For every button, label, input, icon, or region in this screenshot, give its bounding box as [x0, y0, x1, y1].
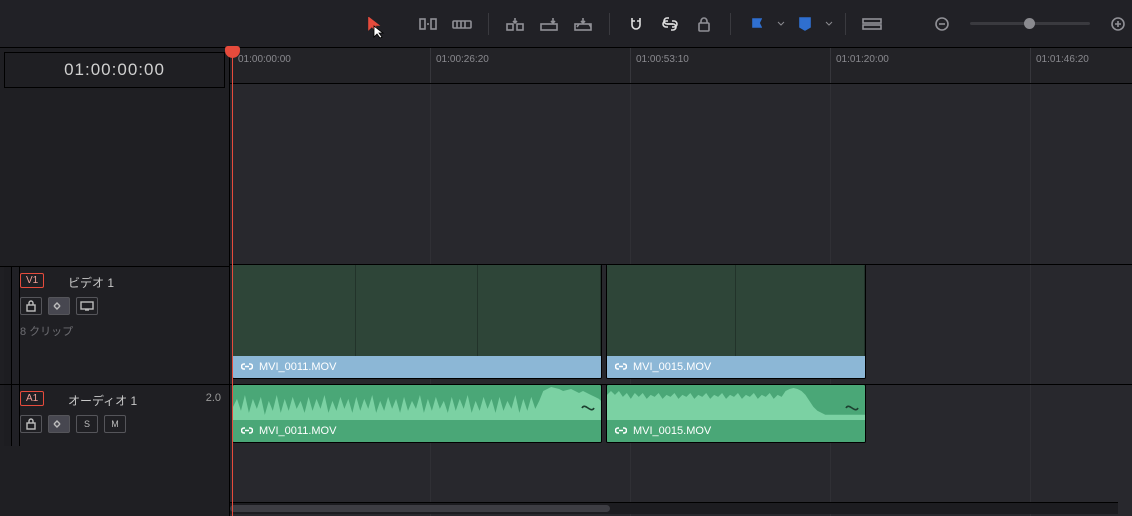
track-rail — [12, 267, 20, 384]
trim-tool-button[interactable] — [414, 10, 442, 38]
waveform — [607, 385, 865, 421]
timeline-canvas[interactable]: 01:00:00:00 01:00:26:20 01:00:53:10 01:0… — [230, 48, 1132, 516]
audio-clip[interactable]: MVI_0015.MOV — [606, 384, 866, 443]
zoom-out-button[interactable] — [928, 10, 956, 38]
overwrite-clip-button[interactable] — [535, 10, 563, 38]
horizontal-scrollbar[interactable] — [230, 502, 1118, 514]
clip-count-label: 8 クリップ — [20, 323, 73, 339]
clip-filename: MVI_0015.MOV — [633, 361, 711, 373]
track-lock-button[interactable] — [20, 415, 42, 433]
playhead[interactable] — [232, 48, 233, 516]
clip-filename: MVI_0011.MOV — [259, 361, 336, 373]
snap-toggle-button[interactable] — [622, 10, 650, 38]
scrollbar-thumb[interactable] — [230, 505, 610, 512]
chevron-down-icon — [777, 20, 785, 28]
link-icon — [615, 361, 627, 373]
link-icon — [241, 425, 253, 437]
clip-filename: MVI_0011.MOV — [259, 425, 336, 437]
video-track-name: ビデオ 1 — [68, 274, 114, 291]
timecode-display[interactable]: 01:00:00:00 — [4, 52, 225, 88]
solo-button[interactable]: S — [76, 415, 98, 433]
clip-label-bar: MVI_0015.MOV — [607, 420, 865, 442]
time-ruler[interactable]: 01:00:00:00 01:00:26:20 01:00:53:10 01:0… — [230, 48, 1132, 84]
link-icon — [661, 17, 679, 31]
flag-icon — [752, 18, 762, 30]
monitor-icon — [80, 301, 94, 311]
magnet-icon — [628, 16, 644, 32]
mute-button[interactable]: M — [104, 415, 126, 433]
video-dest-tag[interactable]: V1 — [20, 273, 44, 288]
flag-dropdown-button[interactable] — [743, 10, 771, 38]
video-clip[interactable]: MVI_0011.MOV — [232, 264, 602, 379]
audio-lane[interactable]: MVI_0011.MOV MVI_0015.MOV — [230, 384, 1132, 444]
clip-label-bar: MVI_0015.MOV — [607, 356, 865, 378]
ruler-tick: 01:00:00:00 — [238, 54, 291, 65]
separator — [845, 13, 846, 35]
autoselect-icon — [53, 419, 65, 429]
zoom-in-button[interactable] — [1104, 10, 1132, 38]
audio-curve-icon — [845, 400, 859, 418]
separator — [488, 13, 489, 35]
timeline-view-options-button[interactable] — [858, 10, 886, 38]
clip-label-bar: MVI_0011.MOV — [233, 356, 601, 378]
timeline-panel: 01:00:00:00 V1 ビデオ 1 8 クリップ A1 オーディオ 1 2… — [0, 48, 1132, 516]
clip-thumbnails — [607, 265, 865, 356]
clip-label-bar: MVI_0011.MOV — [233, 420, 601, 442]
track-visible-button[interactable] — [76, 297, 98, 315]
chevron-down-icon — [825, 20, 833, 28]
track-rail — [4, 267, 12, 384]
video-clip[interactable]: MVI_0015.MOV — [606, 264, 866, 379]
audio-clip[interactable]: MVI_0011.MOV — [232, 384, 602, 443]
replace-icon — [573, 16, 593, 32]
audio-track-header[interactable]: A1 オーディオ 1 2.0 S M — [0, 384, 229, 446]
insert-icon — [505, 16, 525, 32]
video-lane[interactable]: MVI_0011.MOV MVI_0015.MOV — [230, 264, 1132, 380]
zoom-slider[interactable] — [970, 22, 1090, 25]
video-track-header[interactable]: V1 ビデオ 1 8 クリップ — [0, 266, 229, 384]
track-rail — [4, 385, 12, 446]
plus-circle-icon — [1111, 17, 1125, 31]
link-icon — [241, 361, 253, 373]
insert-clip-button[interactable] — [501, 10, 529, 38]
ruler-tick: 01:00:26:20 — [436, 54, 489, 65]
replace-clip-button[interactable] — [569, 10, 597, 38]
marker-icon — [799, 17, 811, 31]
track-headers: 01:00:00:00 V1 ビデオ 1 8 クリップ A1 オーディオ 1 2… — [0, 48, 230, 516]
audio-track-name: オーディオ 1 — [68, 392, 137, 409]
lock-icon — [697, 16, 711, 32]
separator — [730, 13, 731, 35]
ruler-tick: 01:00:53:10 — [636, 54, 689, 65]
clip-thumbnails — [233, 265, 601, 356]
clip-filename: MVI_0015.MOV — [633, 425, 711, 437]
ruler-tick: 01:01:46:20 — [1036, 54, 1089, 65]
zoom-slider-knob[interactable] — [1024, 18, 1035, 29]
timeline-toolbar — [0, 0, 1132, 48]
audio-dest-tag[interactable]: A1 — [20, 391, 44, 406]
lock-icon — [26, 300, 36, 312]
audio-channel-count: 2.0 — [206, 392, 221, 404]
blade-tool-button[interactable] — [448, 10, 476, 38]
ruler-tick: 01:01:20:00 — [836, 54, 889, 65]
tracks-area: MVI_0011.MOV MVI_0015.MOV — [230, 84, 1132, 516]
marker-dropdown-button[interactable] — [791, 10, 819, 38]
blade-icon — [452, 17, 472, 31]
waveform — [233, 385, 601, 421]
lock-icon — [26, 418, 36, 430]
minus-circle-icon — [935, 17, 949, 31]
mouse-cursor-icon — [372, 25, 386, 39]
autoselect-icon — [53, 301, 65, 311]
audio-curve-icon — [581, 400, 595, 418]
view-options-icon — [862, 17, 882, 31]
lock-toggle-button[interactable] — [690, 10, 718, 38]
track-rail — [12, 385, 20, 446]
separator — [609, 13, 610, 35]
link-toggle-button[interactable] — [656, 10, 684, 38]
trim-icon — [418, 16, 438, 32]
overwrite-icon — [539, 16, 559, 32]
auto-select-button[interactable] — [48, 297, 70, 315]
track-lock-button[interactable] — [20, 297, 42, 315]
link-icon — [615, 425, 627, 437]
auto-select-button[interactable] — [48, 415, 70, 433]
